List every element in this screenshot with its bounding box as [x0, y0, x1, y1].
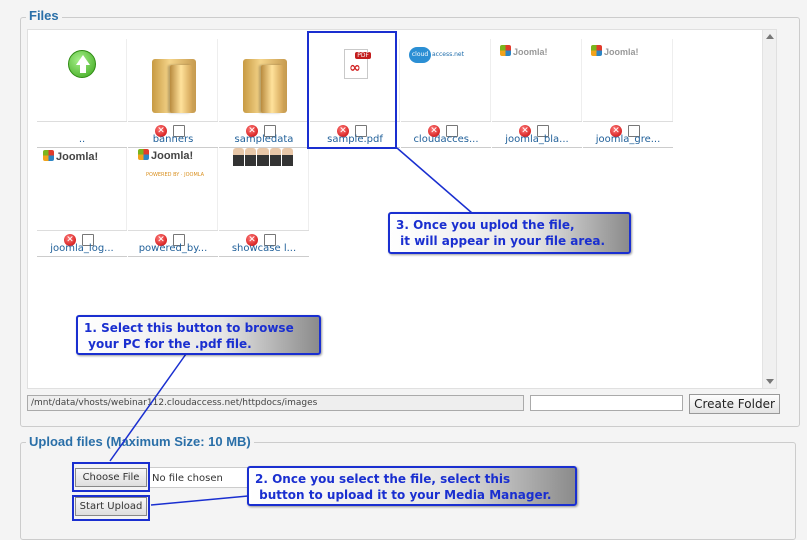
- callout-step-2: 2. Once you select the file, select this…: [247, 466, 577, 506]
- highlight-choose-file: [72, 462, 150, 492]
- highlight-start-upload: [72, 495, 150, 521]
- callout-line-1: [109, 353, 187, 462]
- callout-step-1: 1. Select this button to browse your PC …: [76, 315, 321, 355]
- callout-step-3: 3. Once you uplod the file, it will appe…: [388, 212, 631, 254]
- highlight-sample-pdf: [307, 31, 397, 149]
- callout-line-2: [150, 495, 249, 506]
- callout-lines: [109, 147, 473, 506]
- callout-line-3: [396, 147, 473, 214]
